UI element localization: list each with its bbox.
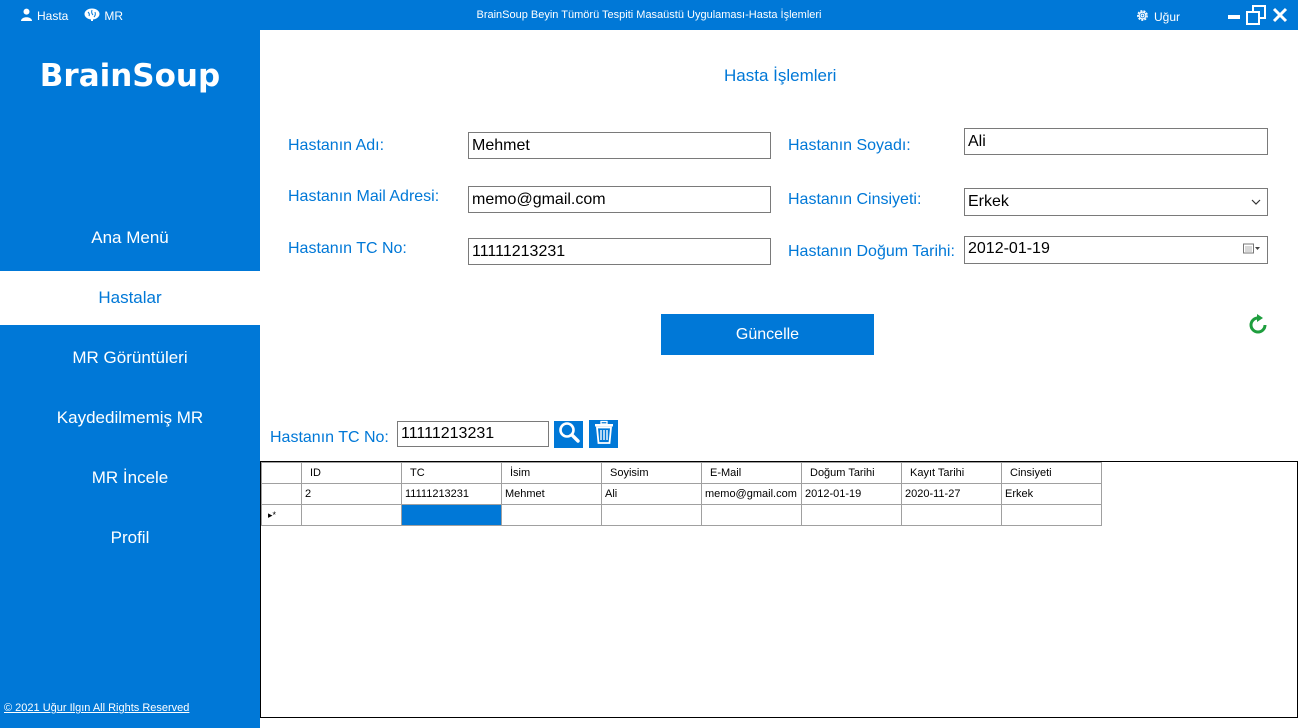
table-cell-email[interactable]: memo@gmail.com bbox=[701, 483, 802, 505]
search-tc-label: Hastanın TC No: bbox=[270, 429, 389, 446]
trash-icon bbox=[593, 420, 615, 449]
table-cell-register-date[interactable]: 2020-11-27 bbox=[901, 483, 1002, 505]
new-row-cell-register-date[interactable] bbox=[901, 504, 1002, 526]
column-header-birth-date[interactable]: Doğum Tarihi bbox=[801, 462, 902, 484]
new-row-cell-email[interactable] bbox=[701, 504, 802, 526]
search-input[interactable] bbox=[397, 421, 549, 447]
birth-date-label: Hastanın Doğum Tarihi: bbox=[788, 243, 955, 260]
gender-select-value: Erkek bbox=[968, 193, 1009, 210]
gender-label: Hastanın Cinsiyeti: bbox=[788, 191, 922, 208]
row-header-corner bbox=[261, 462, 302, 484]
mail-label: Hastanın Mail Adresi: bbox=[288, 188, 440, 205]
table-cell-birth-date[interactable]: 2012-01-19 bbox=[801, 483, 902, 505]
new-row-cell-gender[interactable] bbox=[1001, 504, 1102, 526]
column-header-id[interactable]: ID bbox=[301, 462, 402, 484]
new-row[interactable]: ▸* bbox=[261, 504, 1102, 526]
app-logo: BrainSoup bbox=[39, 58, 221, 94]
name-label: Hastanın Adı: bbox=[288, 137, 385, 154]
main-panel: Hasta İşlemleri Hastanın Adı: Hastanın S… bbox=[260, 30, 1298, 728]
table-cell-id[interactable]: 2 bbox=[301, 483, 402, 505]
new-row-marker: ▸* bbox=[261, 504, 302, 526]
user-menu-label: Uğur bbox=[1154, 10, 1181, 24]
calendar-icon[interactable] bbox=[1243, 242, 1261, 261]
name-field[interactable] bbox=[468, 132, 771, 159]
birth-date-value: 2012-01-19 bbox=[968, 240, 1050, 257]
tc-label: Hastanın TC No: bbox=[288, 240, 407, 257]
user-menu[interactable]: Uğur bbox=[1135, 8, 1180, 26]
tc-field[interactable] bbox=[468, 238, 771, 265]
column-header-gender[interactable]: Cinsiyeti bbox=[1001, 462, 1102, 484]
minimize-button[interactable] bbox=[1228, 5, 1240, 25]
table-cell-name[interactable]: Mehmet bbox=[501, 483, 602, 505]
window-controls bbox=[1228, 5, 1288, 25]
mail-field[interactable] bbox=[468, 186, 771, 213]
table-cell-tc[interactable]: 11111213231 bbox=[401, 483, 502, 505]
gender-select[interactable]: Erkek bbox=[964, 188, 1268, 216]
table-cell-gender[interactable]: Erkek bbox=[1001, 483, 1102, 505]
sidebar-item-mr-images[interactable]: MR Görüntüleri bbox=[0, 331, 260, 385]
new-row-cell-birth-date[interactable] bbox=[801, 504, 902, 526]
column-header-register-date[interactable]: Kayıt Tarihi bbox=[901, 462, 1002, 484]
patients-grid[interactable]: ID TC İsim Soyisim E-Mail Doğum Tarihi K… bbox=[260, 461, 1298, 718]
new-row-cell-tc[interactable] bbox=[401, 504, 502, 526]
sidebar: BrainSoup Ana Menü Hastalar MR Görüntüle… bbox=[0, 30, 260, 728]
column-header-tc[interactable]: TC bbox=[401, 462, 502, 484]
table-row[interactable]: 2 11111213231 Mehmet Ali memo@gmail.com … bbox=[261, 483, 1102, 505]
sidebar-item-profile[interactable]: Profil bbox=[0, 511, 260, 565]
row-header[interactable] bbox=[261, 483, 302, 505]
surname-field[interactable] bbox=[964, 128, 1268, 155]
close-button[interactable] bbox=[1272, 5, 1288, 25]
sidebar-item-main-menu[interactable]: Ana Menü bbox=[0, 211, 260, 265]
table-cell-surname[interactable]: Ali bbox=[601, 483, 702, 505]
gear-icon bbox=[1135, 8, 1150, 26]
search-icon bbox=[558, 421, 580, 448]
copyright-link[interactable]: © 2021 Uğur Ilgın All Rights Reserved bbox=[4, 702, 189, 714]
delete-button[interactable] bbox=[589, 420, 618, 448]
new-row-cell-surname[interactable] bbox=[601, 504, 702, 526]
sidebar-item-unsaved-mr[interactable]: Kaydedilmemiş MR bbox=[0, 391, 260, 445]
refresh-icon[interactable] bbox=[1246, 313, 1270, 342]
sidebar-item-review-mr[interactable]: MR İncele bbox=[0, 451, 260, 505]
table-header-row: ID TC İsim Soyisim E-Mail Doğum Tarihi K… bbox=[261, 462, 1102, 484]
update-button[interactable]: Güncelle bbox=[661, 314, 874, 355]
restore-button[interactable] bbox=[1246, 5, 1266, 25]
new-row-cell-id[interactable] bbox=[301, 504, 402, 526]
patients-table: ID TC İsim Soyisim E-Mail Doğum Tarihi K… bbox=[261, 462, 1102, 526]
title-bar: Hasta MR BrainSoup Beyin Tümörü Tespiti … bbox=[0, 0, 1298, 30]
chevron-down-icon bbox=[1251, 195, 1261, 214]
birth-date-picker[interactable]: 2012-01-19 bbox=[964, 236, 1268, 264]
surname-label: Hastanın Soyadı: bbox=[788, 137, 911, 154]
column-header-surname[interactable]: Soyisim bbox=[601, 462, 702, 484]
page-title: Hasta İşlemleri bbox=[724, 66, 837, 85]
column-header-name[interactable]: İsim bbox=[501, 462, 602, 484]
new-row-cell-name[interactable] bbox=[501, 504, 602, 526]
app-window: Hasta MR BrainSoup Beyin Tümörü Tespiti … bbox=[0, 0, 1298, 728]
window-title: BrainSoup Beyin Tümörü Tespiti Masaüstü … bbox=[476, 9, 822, 21]
sidebar-item-patients[interactable]: Hastalar bbox=[0, 271, 260, 325]
search-button[interactable] bbox=[554, 421, 583, 448]
column-header-email[interactable]: E-Mail bbox=[701, 462, 802, 484]
